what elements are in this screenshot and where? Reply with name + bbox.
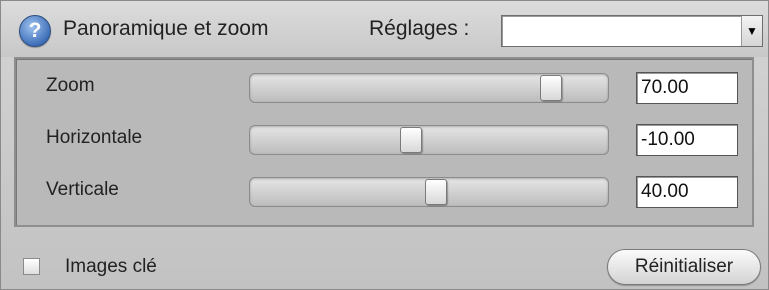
vertical-value-input[interactable]: 40.00 [636, 176, 738, 208]
pan-zoom-panel: ? Panoramique et zoom Réglages : ▼ Zoom … [0, 0, 769, 290]
zoom-slider-track[interactable] [249, 73, 609, 103]
zoom-row: Zoom 70.00 [16, 61, 752, 113]
reset-button[interactable]: Réinitialiser [607, 249, 761, 285]
sliders-group: Zoom 70.00 Horizontale -10.00 Verticale … [14, 57, 754, 227]
vertical-label: Verticale [46, 179, 119, 200]
horizontal-slider-thumb[interactable] [400, 127, 423, 153]
horizontal-label: Horizontale [46, 127, 143, 148]
keyframes-label: Images clé [65, 256, 157, 277]
help-icon[interactable]: ? [19, 15, 51, 47]
vertical-slider-track[interactable] [249, 177, 609, 207]
panel-title: Panoramique et zoom [63, 17, 269, 40]
zoom-slider-thumb[interactable] [539, 75, 562, 101]
zoom-value-input[interactable]: 70.00 [636, 72, 738, 104]
panel-header: ? Panoramique et zoom Réglages : ▼ [1, 1, 768, 57]
keyframes-checkbox[interactable] [23, 258, 40, 275]
horizontal-row: Horizontale -10.00 [16, 113, 752, 165]
horizontal-slider-track[interactable] [249, 125, 609, 155]
chevron-down-icon[interactable]: ▼ [741, 16, 762, 46]
zoom-label: Zoom [46, 75, 95, 96]
settings-label: Réglages : [369, 17, 470, 40]
vertical-slider-thumb[interactable] [425, 179, 448, 205]
settings-dropdown[interactable]: ▼ [501, 15, 763, 47]
vertical-row: Verticale 40.00 [16, 165, 752, 217]
horizontal-value-input[interactable]: -10.00 [636, 124, 738, 156]
